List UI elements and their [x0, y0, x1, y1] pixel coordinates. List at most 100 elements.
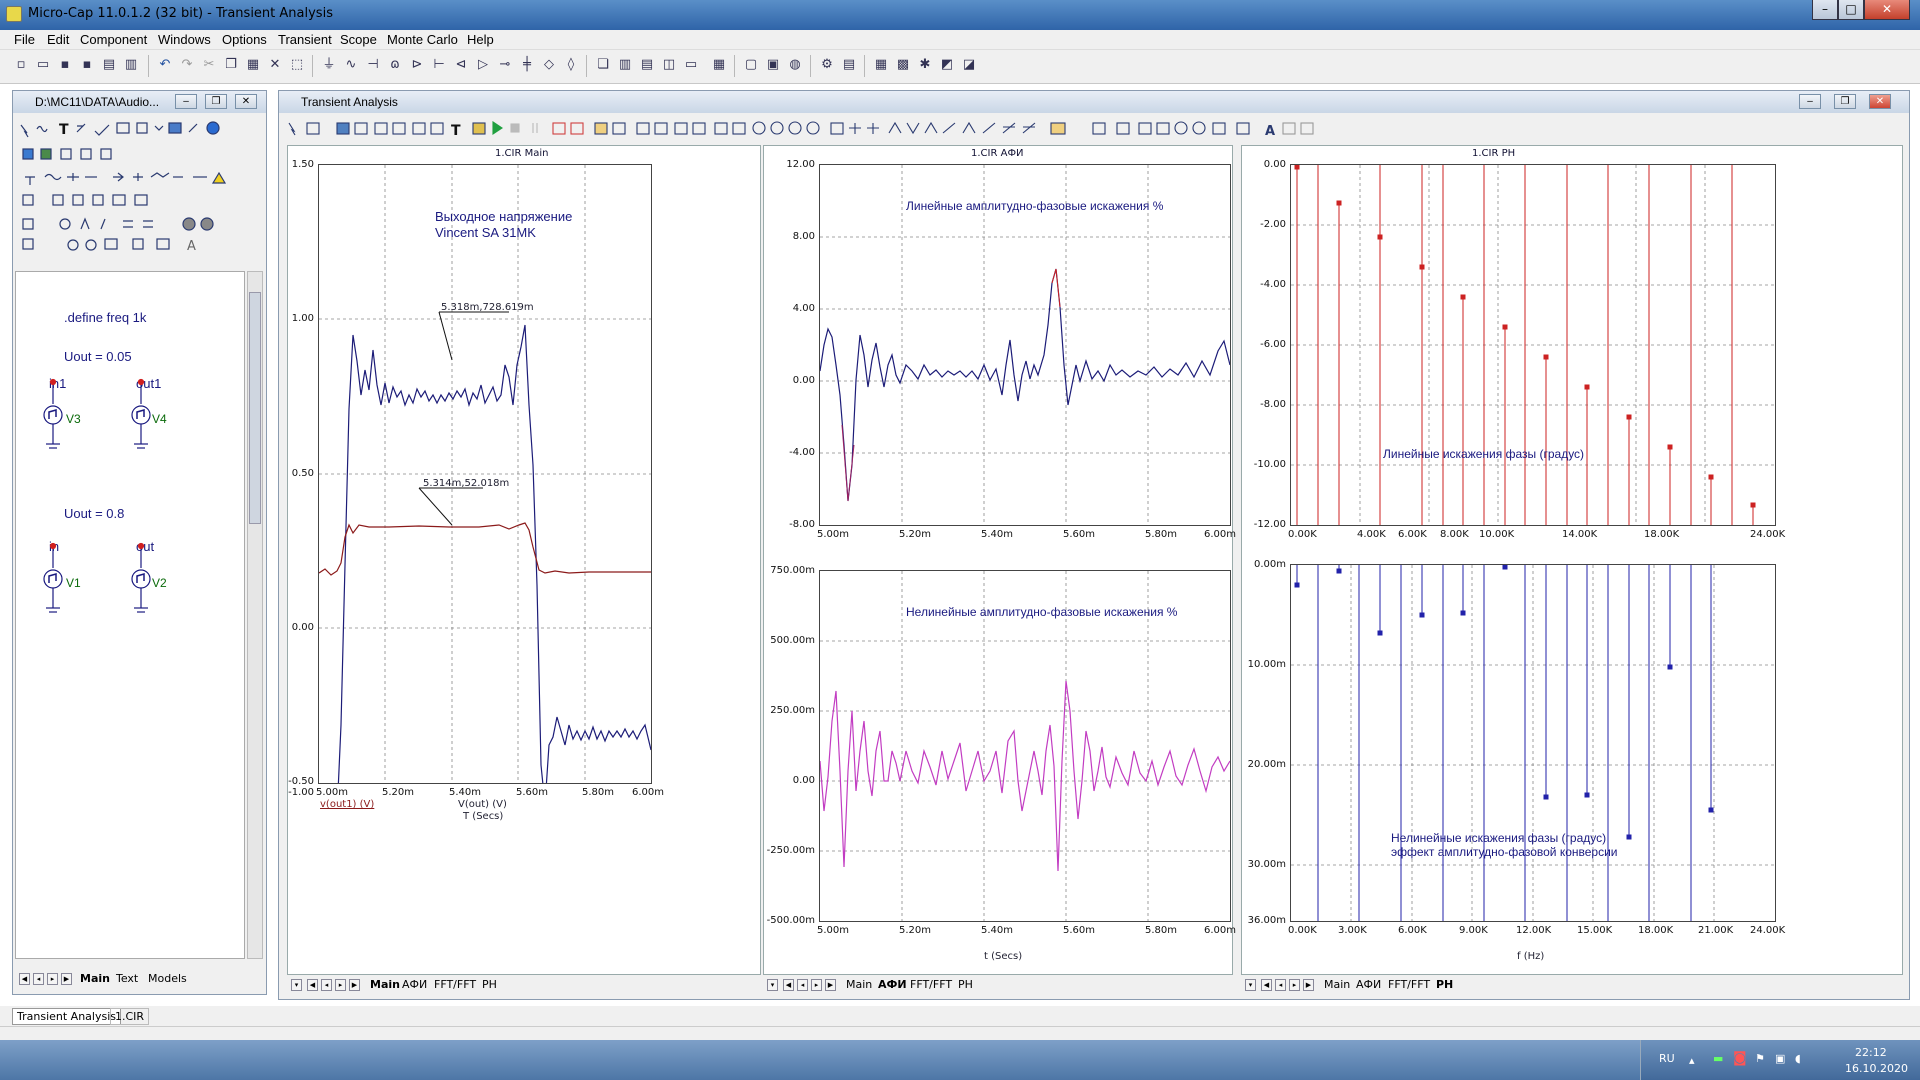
- window-full-icon[interactable]: ▭: [682, 56, 700, 74]
- circuit-tab-main[interactable]: Main: [77, 972, 113, 985]
- battery-icon[interactable]: ⊢: [430, 56, 448, 74]
- close-button[interactable]: ✕: [1864, 0, 1910, 20]
- language-indicator[interactable]: RU: [1659, 1052, 1675, 1065]
- analysis-toolbar-icons[interactable]: T A: [283, 117, 1383, 141]
- tab-nav-first[interactable]: ◀: [1261, 979, 1272, 991]
- main-tab-main[interactable]: Main: [367, 978, 403, 991]
- afi-tab-ph[interactable]: PH: [955, 978, 976, 991]
- main-legend-2[interactable]: V(out) (V): [458, 799, 507, 810]
- menu-monte-carlo[interactable]: Monte Carlo: [387, 32, 458, 47]
- menu-scope[interactable]: Scope: [340, 32, 377, 47]
- print-icon[interactable]: ▥: [122, 56, 140, 74]
- main-tab-afi[interactable]: АФИ: [399, 978, 430, 991]
- circuit-tab-text[interactable]: Text: [113, 972, 141, 985]
- cut-icon[interactable]: ✂: [200, 56, 218, 74]
- panel-main-plot[interactable]: Выходное напряжение Vincent SA 31MK 5.31…: [318, 164, 652, 784]
- paste-icon[interactable]: ▦: [244, 56, 262, 74]
- minimize-button[interactable]: –: [1812, 0, 1838, 20]
- menu-component[interactable]: Component: [80, 32, 147, 47]
- menu-transient[interactable]: Transient: [278, 32, 332, 47]
- resistor-icon[interactable]: ∿: [342, 56, 360, 74]
- schematic-scrollbar[interactable]: [247, 271, 263, 959]
- switch-icon[interactable]: ⊸: [496, 56, 514, 74]
- model-editor-icon[interactable]: ▣: [764, 56, 782, 74]
- delete-icon[interactable]: ✕: [266, 56, 284, 74]
- tab-nav-last[interactable]: ▶: [349, 979, 360, 991]
- node-icon[interactable]: ◇: [540, 56, 558, 74]
- menu-edit[interactable]: Edit: [47, 32, 69, 47]
- filter-designer-icon[interactable]: ⚙: [818, 56, 836, 74]
- save-icon[interactable]: ▪: [56, 56, 74, 74]
- redo-icon[interactable]: ↷: [178, 56, 196, 74]
- npn-icon[interactable]: ⊲: [452, 56, 470, 74]
- circuit-restore-button[interactable]: ❐: [205, 94, 227, 109]
- analysis-restore-button[interactable]: ❐: [1834, 94, 1856, 109]
- probe-icon[interactable]: ◊: [562, 56, 580, 74]
- clock-time[interactable]: 22:12: [1855, 1046, 1887, 1059]
- cascade-icon[interactable]: ❏: [594, 56, 612, 74]
- circuit-tab-models[interactable]: Models: [145, 972, 190, 985]
- wire-icon[interactable]: ╪: [518, 56, 536, 74]
- afi-tab-main[interactable]: Main: [843, 978, 875, 991]
- ph-tab-fft[interactable]: FFT/FFT: [1385, 978, 1433, 991]
- measure-icon[interactable]: ◪: [960, 56, 978, 74]
- menu-file[interactable]: File: [14, 32, 35, 47]
- save-as-icon[interactable]: ▪: [78, 56, 96, 74]
- tab-nav-first[interactable]: ◀: [307, 979, 318, 991]
- tab-nav-dropdown[interactable]: ▾: [1245, 979, 1256, 991]
- new-file-icon[interactable]: ▫: [12, 56, 30, 74]
- doc-tab-transient[interactable]: Transient Analysis: [12, 1008, 121, 1025]
- scrollbar-thumb[interactable]: [249, 292, 261, 524]
- maximize-button[interactable]: □: [1838, 0, 1864, 20]
- security-icon[interactable]: ◙: [1733, 1050, 1747, 1066]
- undo-icon[interactable]: ↶: [156, 56, 174, 74]
- tab-nav-prev[interactable]: ◂: [797, 979, 808, 991]
- tab-nav-next[interactable]: ▸: [1289, 979, 1300, 991]
- tab-nav-last[interactable]: ▶: [1303, 979, 1314, 991]
- ph-tab-ph[interactable]: PH: [1433, 978, 1456, 991]
- ground-icon[interactable]: ⏚: [320, 56, 338, 74]
- analysis-close-button[interactable]: ✕: [1869, 94, 1891, 109]
- tile-vertical-icon[interactable]: ▥: [616, 56, 634, 74]
- ph-tab-main[interactable]: Main: [1321, 978, 1353, 991]
- tab-nav-prev[interactable]: ◂: [33, 973, 44, 985]
- doc-tab-circuit[interactable]: 1.CIR: [110, 1008, 150, 1025]
- main-tab-ph[interactable]: PH: [479, 978, 500, 991]
- tools-icon[interactable]: ✱: [916, 56, 934, 74]
- tab-nav-last[interactable]: ▶: [825, 979, 836, 991]
- network-icon[interactable]: ▣: [1775, 1052, 1785, 1065]
- tab-nav-last[interactable]: ▶: [61, 973, 72, 985]
- component-library-icon[interactable]: ▢: [742, 56, 760, 74]
- afi-tab-fft[interactable]: FFT/FFT: [907, 978, 955, 991]
- ph-tab-afi[interactable]: АФИ: [1353, 978, 1384, 991]
- main-tab-fft[interactable]: FFT/FFT: [431, 978, 479, 991]
- main-legend-1[interactable]: v(out1) (V): [320, 799, 374, 810]
- analysis-minimize-button[interactable]: –: [1799, 94, 1821, 109]
- tab-nav-prev[interactable]: ◂: [321, 979, 332, 991]
- circuit-minimize-button[interactable]: –: [175, 94, 197, 109]
- menu-windows[interactable]: Windows: [158, 32, 211, 47]
- panel-afi-bottom-plot[interactable]: Нелинейные амплитудно-фазовые искажения …: [819, 570, 1231, 922]
- circuit-close-button[interactable]: ✕: [235, 94, 257, 109]
- tray-expand-icon[interactable]: ▴: [1689, 1054, 1695, 1067]
- menu-options[interactable]: Options: [222, 32, 267, 47]
- volume-icon[interactable]: ◖: [1795, 1052, 1801, 1065]
- tab-nav-prev[interactable]: ◂: [1275, 979, 1286, 991]
- panel-afi-top-plot[interactable]: Линейные амплитудно-фазовые искажения %: [819, 164, 1231, 526]
- globe-icon[interactable]: ◍: [786, 56, 804, 74]
- plot-icon[interactable]: ◩: [938, 56, 956, 74]
- copy-icon[interactable]: ❐: [222, 56, 240, 74]
- function-designer-icon[interactable]: ▤: [840, 56, 858, 74]
- diode-icon[interactable]: ⊳: [408, 56, 426, 74]
- schematic-area[interactable]: .define freq 1k Uout = 0.05 Uout = 0.8 i…: [15, 271, 245, 959]
- opamp-icon[interactable]: ▷: [474, 56, 492, 74]
- tab-nav-next[interactable]: ▸: [47, 973, 58, 985]
- tab-nav-first[interactable]: ◀: [19, 973, 30, 985]
- open-file-icon[interactable]: ▭: [34, 56, 52, 74]
- tab-nav-dropdown[interactable]: ▾: [291, 979, 302, 991]
- print-preview-icon[interactable]: ▤: [100, 56, 118, 74]
- capacitor-icon[interactable]: ⊣: [364, 56, 382, 74]
- tab-nav-next[interactable]: ▸: [811, 979, 822, 991]
- inductor-icon[interactable]: ɷ: [386, 56, 404, 74]
- battery-icon[interactable]: ▬: [1713, 1052, 1723, 1065]
